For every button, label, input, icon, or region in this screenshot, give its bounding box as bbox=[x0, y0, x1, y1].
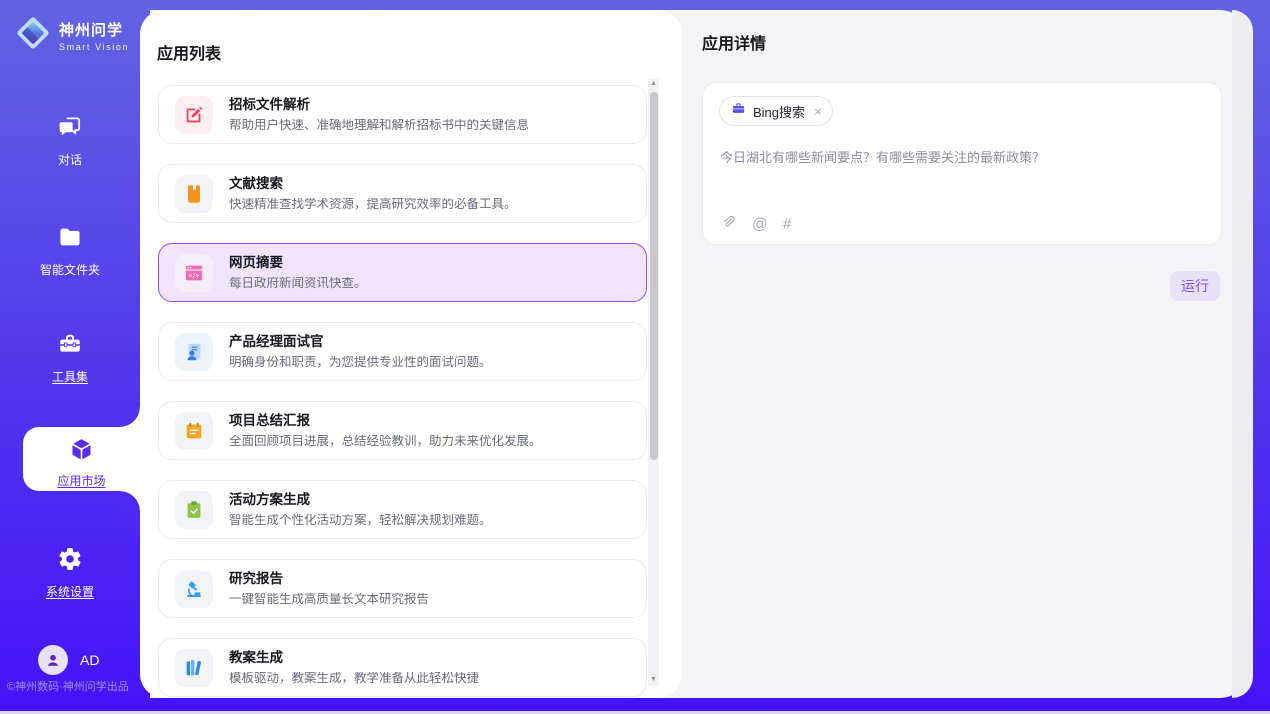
app-window: 神州问学 Smart Vision 对话 智能文件夹 工具集 bbox=[0, 0, 1270, 714]
books-icon bbox=[175, 649, 213, 687]
folder-icon bbox=[57, 224, 83, 255]
clipboard-check-icon bbox=[175, 491, 213, 529]
app-card[interactable]: 研究报告 一键智能生成高质量长文本研究报告 bbox=[158, 559, 647, 618]
app-list-panel: 应用列表 招标文件解析 帮助用户快速、准确地理解和解析招标书中的关键信息 文献搜… bbox=[140, 10, 682, 698]
query-input[interactable]: 今日湖北有哪些新闻要点？有哪些需要关注的最新政策？ bbox=[720, 149, 1206, 168]
microscope-icon bbox=[175, 570, 213, 608]
app-card-description: 一键智能生成高质量长文本研究报告 bbox=[229, 593, 429, 606]
sidebar-item-label: 对话 bbox=[58, 151, 82, 168]
app-card-title: 产品经理面试官 bbox=[229, 335, 492, 349]
app-card-description: 每日政府新闻资讯快查。 bbox=[229, 277, 367, 290]
sidebar-item-app-market[interactable]: 应用市场 bbox=[23, 427, 140, 491]
app-card-title: 教案生成 bbox=[229, 651, 479, 665]
sidebar-item-chat[interactable]: 对话 bbox=[0, 114, 140, 168]
tab-fillet-bottom bbox=[120, 491, 140, 511]
app-card-title: 网页摘要 bbox=[229, 256, 367, 270]
edit-doc-icon bbox=[175, 96, 213, 134]
tool-tag-label: Bing搜索 bbox=[753, 102, 805, 121]
app-card-description: 全面回顾项目进展，总结经验教训，助力未来优化发展。 bbox=[229, 435, 542, 448]
app-card-title: 活动方案生成 bbox=[229, 493, 492, 507]
app-card-title: 招标文件解析 bbox=[229, 98, 529, 112]
briefcase-icon bbox=[731, 101, 746, 121]
app-card[interactable]: 文献搜索 快速精准查找学术资源，提高研究效率的必备工具。 bbox=[158, 164, 647, 223]
app-detail-title: 应用详情 bbox=[702, 30, 766, 54]
app-card-title: 文献搜索 bbox=[229, 177, 517, 191]
sidebar-item-settings[interactable]: 系统设置 bbox=[0, 546, 140, 600]
tool-tag-bing-search[interactable]: Bing搜索 × bbox=[719, 96, 833, 126]
user-account[interactable]: AD bbox=[38, 645, 99, 675]
interviewer-icon bbox=[175, 333, 213, 371]
sidebar: 神州问学 Smart Vision 对话 智能文件夹 工具集 bbox=[0, 0, 140, 711]
app-card-list: 招标文件解析 帮助用户快速、准确地理解和解析招标书中的关键信息 文献搜索 快速精… bbox=[158, 85, 647, 698]
browser-code-icon: </> bbox=[175, 254, 213, 292]
run-button[interactable]: 运行 bbox=[1170, 271, 1220, 301]
app-card[interactable]: 项目总结汇报 全面回顾项目进展，总结经验教训，助力未来优化发展。 bbox=[158, 401, 647, 460]
brand-subtitle: Smart Vision bbox=[59, 42, 129, 52]
copyright-text: ©神州数码·神州问学出品 bbox=[7, 678, 140, 694]
app-card-title: 研究报告 bbox=[229, 572, 429, 586]
user-initials: AD bbox=[80, 652, 99, 668]
toolbox-icon bbox=[57, 331, 83, 362]
brand-name: 神州问学 bbox=[59, 19, 129, 40]
scroll-down-icon[interactable]: ▼ bbox=[648, 674, 659, 686]
app-card-description: 快速精准查找学术资源，提高研究效率的必备工具。 bbox=[229, 198, 517, 211]
app-card[interactable]: 招标文件解析 帮助用户快速、准确地理解和解析招标书中的关键信息 bbox=[158, 85, 647, 144]
calendar-icon bbox=[175, 412, 213, 450]
sidebar-item-label: 智能文件夹 bbox=[40, 261, 100, 278]
paperclip-icon[interactable] bbox=[720, 213, 737, 236]
book-icon bbox=[175, 175, 213, 213]
cube-icon bbox=[68, 436, 95, 468]
sidebar-item-label: 工具集 bbox=[52, 368, 88, 385]
avatar bbox=[38, 645, 68, 675]
chat-icon bbox=[57, 114, 83, 145]
app-card-description: 帮助用户快速、准确地理解和解析招标书中的关键信息 bbox=[229, 119, 529, 132]
app-card-title: 项目总结汇报 bbox=[229, 414, 542, 428]
brand-logo[interactable]: 神州问学 Smart Vision bbox=[14, 14, 129, 57]
svg-text:</>: </> bbox=[189, 272, 200, 279]
attachment-toolbar: @# bbox=[720, 213, 791, 236]
diamond-logo-icon bbox=[14, 14, 52, 57]
app-list-title: 应用列表 bbox=[157, 40, 221, 64]
scrollbar-thumb[interactable] bbox=[650, 92, 658, 460]
query-composer[interactable]: Bing搜索 × 今日湖北有哪些新闻要点？有哪些需要关注的最新政策？ @# bbox=[702, 82, 1222, 245]
sidebar-item-smart-folder[interactable]: 智能文件夹 bbox=[0, 224, 140, 278]
detail-scroll-gutter bbox=[1232, 10, 1253, 698]
app-card[interactable]: </> 网页摘要 每日政府新闻资讯快查。 bbox=[158, 243, 647, 302]
sidebar-item-label: 系统设置 bbox=[46, 583, 94, 600]
app-card[interactable]: 活动方案生成 智能生成个性化活动方案，轻松解决规划难题。 bbox=[158, 480, 647, 539]
tab-fillet-top bbox=[120, 407, 140, 427]
gear-icon bbox=[57, 546, 83, 577]
app-card-description: 明确身份和职责，为您提供专业性的面试问题。 bbox=[229, 356, 492, 369]
sidebar-item-label: 应用市场 bbox=[57, 472, 105, 489]
close-icon[interactable]: × bbox=[814, 104, 822, 119]
app-card[interactable]: 教案生成 模板驱动，教案生成，教学准备从此轻松快捷 bbox=[158, 638, 647, 697]
at-icon[interactable]: @ bbox=[752, 217, 768, 233]
app-card[interactable]: 产品经理面试官 明确身份和职责，为您提供专业性的面试问题。 bbox=[158, 322, 647, 381]
sidebar-item-toolset[interactable]: 工具集 bbox=[0, 331, 140, 385]
list-scrollbar[interactable]: ▲ ▼ bbox=[648, 78, 659, 686]
app-card-description: 模板驱动，教案生成，教学准备从此轻松快捷 bbox=[229, 672, 479, 685]
scroll-up-icon[interactable]: ▲ bbox=[648, 78, 659, 90]
hash-icon[interactable]: # bbox=[783, 217, 792, 233]
app-card-description: 智能生成个性化活动方案，轻松解决规划难题。 bbox=[229, 514, 492, 527]
